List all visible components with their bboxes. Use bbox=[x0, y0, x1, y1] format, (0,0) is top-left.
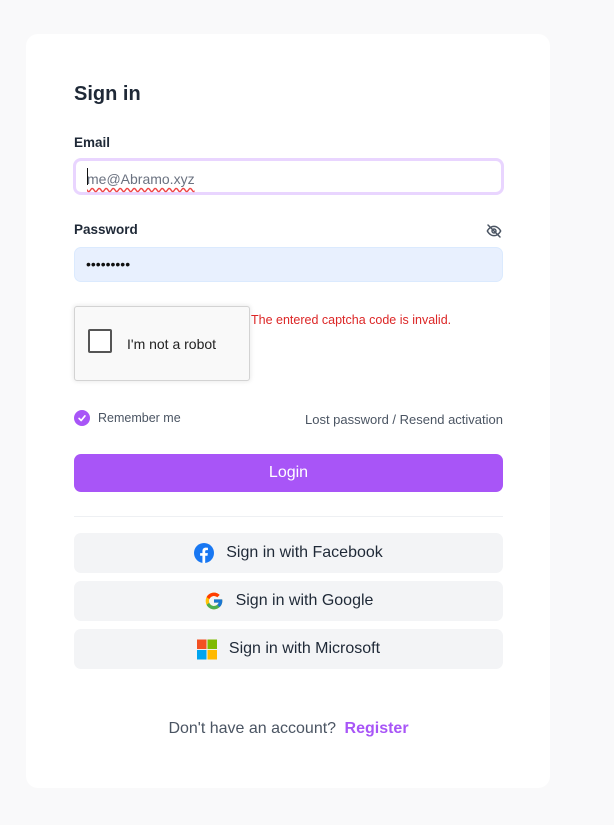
register-link[interactable]: Register bbox=[345, 720, 409, 737]
email-label: Email bbox=[74, 135, 111, 150]
facebook-sign-in-label: Sign in with Facebook bbox=[226, 544, 383, 561]
google-icon bbox=[204, 591, 224, 611]
captcha-error-message: The entered captcha code is invalid. bbox=[251, 313, 452, 327]
google-sign-in-button[interactable]: Sign in with Google bbox=[74, 581, 503, 621]
divider bbox=[74, 516, 503, 517]
sign-in-card: Sign in Email me@Abramo.xyz Password •••… bbox=[26, 34, 550, 788]
password-label: Password bbox=[74, 222, 138, 237]
remember-me-label: Remember me bbox=[98, 411, 181, 425]
password-value: ••••••••• bbox=[86, 256, 131, 272]
google-sign-in-label: Sign in with Google bbox=[235, 592, 374, 609]
remember-me-checkbox[interactable]: Remember me bbox=[74, 410, 181, 426]
email-field[interactable] bbox=[73, 158, 504, 195]
microsoft-icon bbox=[196, 639, 217, 660]
eye-slash-icon[interactable] bbox=[485, 223, 503, 239]
recaptcha-widget: I'm not a robot bbox=[74, 306, 250, 381]
recaptcha-checkbox[interactable] bbox=[88, 329, 112, 353]
microsoft-sign-in-button[interactable]: Sign in with Microsoft bbox=[74, 629, 503, 669]
recaptcha-label: I'm not a robot bbox=[127, 336, 217, 352]
facebook-icon bbox=[194, 543, 215, 563]
text-cursor bbox=[87, 168, 88, 185]
register-prompt-text: Don't have an account? bbox=[168, 720, 337, 737]
register-prompt: Don't have an account? Register bbox=[74, 720, 503, 738]
facebook-sign-in-button[interactable]: Sign in with Facebook bbox=[74, 533, 503, 573]
password-field[interactable] bbox=[74, 247, 503, 282]
page-title: Sign in bbox=[74, 83, 141, 105]
microsoft-sign-in-label: Sign in with Microsoft bbox=[228, 640, 381, 657]
lost-password-link[interactable]: Lost password / Resend activation bbox=[305, 412, 503, 427]
login-button[interactable]: Login bbox=[74, 454, 503, 492]
checkmark-icon bbox=[74, 410, 90, 426]
